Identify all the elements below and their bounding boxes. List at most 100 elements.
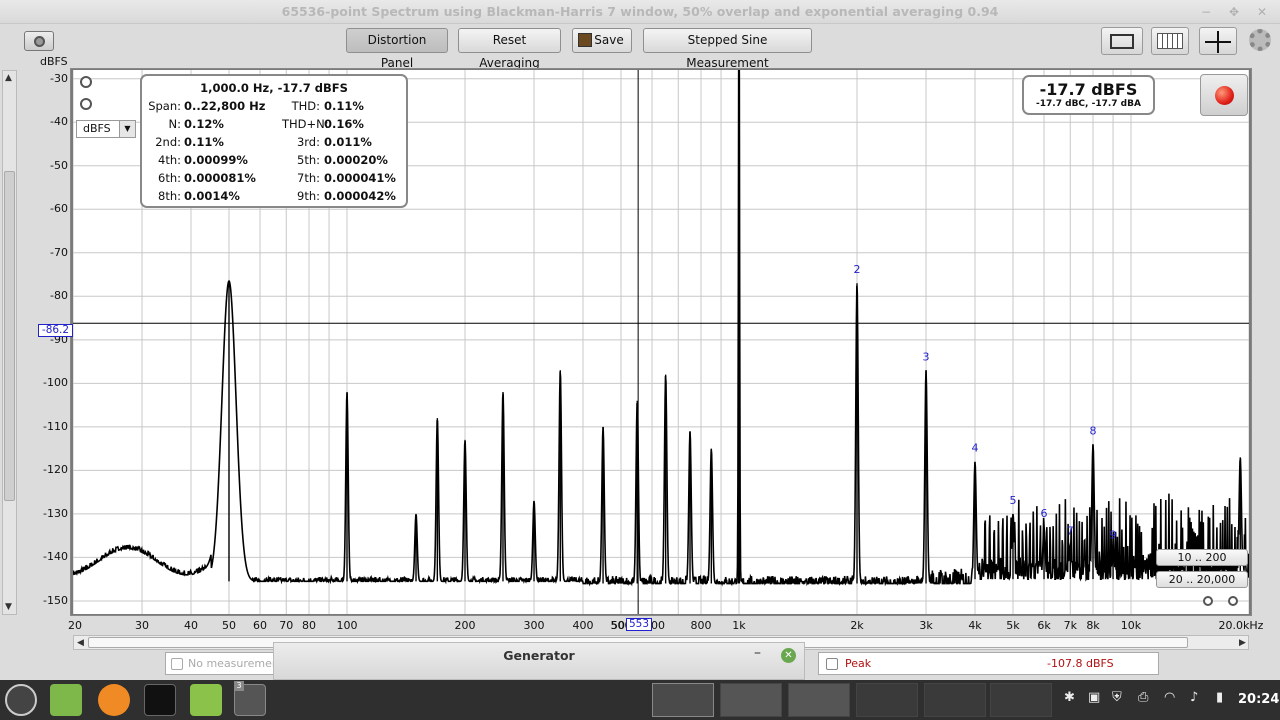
harmonic-label: 8 [1090, 424, 1097, 437]
distortion-value: 0.000041% [324, 171, 396, 185]
x-zoom-out-icon[interactable] [1203, 596, 1213, 606]
printer-icon[interactable]: ⎙ [1138, 690, 1148, 705]
terminal-icon[interactable] [144, 684, 176, 716]
unit-select[interactable]: dBFS ▼ [76, 120, 136, 138]
x-tick-label: 4k [968, 619, 982, 632]
x-tick-label: 30 [135, 619, 150, 632]
distortion-key: Span: [148, 99, 181, 113]
volume-icon[interactable]: ♪ [1190, 690, 1198, 705]
view-mode-icon[interactable] [1101, 27, 1143, 55]
workspace-5[interactable] [924, 683, 986, 717]
distortion-key: 6th: [158, 171, 181, 185]
scroll-right-arrow-icon[interactable]: ▶ [1239, 638, 1246, 648]
zoom-out-icon[interactable] [80, 98, 92, 110]
stepped-sine-button[interactable]: Stepped Sine Measurement [643, 28, 812, 70]
y-tick-label: -60 [50, 202, 68, 216]
harmonic-label: 6 [1041, 507, 1048, 520]
workspace-1[interactable] [652, 683, 714, 717]
harmonic-label: 9 [1110, 529, 1117, 542]
distortion-value: 0.0014% [184, 189, 240, 203]
files-icon[interactable] [190, 684, 222, 716]
scroll-up-arrow-icon[interactable]: ▲ [5, 73, 12, 83]
readout-sub: -17.7 dBC, -17.7 dBA [1036, 99, 1141, 109]
vertical-scrollbar[interactable] [2, 70, 17, 615]
x-tick-suffix: 00 [651, 619, 665, 632]
x-tick-label: 40 [184, 619, 198, 632]
workspace-6[interactable] [990, 683, 1052, 717]
y-tick-label: -110 [43, 419, 68, 433]
clipboard-icon[interactable]: ▣ [1088, 690, 1100, 705]
x-tick-label: 50 [221, 619, 236, 632]
generator-minimize-icon[interactable]: – [754, 645, 761, 661]
distortion-value: 0.00099% [184, 153, 248, 167]
measurement-checkbox[interactable] [171, 658, 183, 670]
workspace-3[interactable] [788, 683, 850, 717]
save-label: Save [594, 33, 624, 47]
distortion-key: 7th: [297, 171, 320, 185]
shield-icon[interactable]: ⛨ [1112, 690, 1122, 705]
x-tick-label: 300 [523, 619, 545, 632]
clock: 20:24 [1238, 692, 1280, 707]
minimize-button[interactable]: − [1196, 2, 1216, 22]
menu-icon[interactable] [5, 684, 37, 716]
chevron-down-icon[interactable]: ▼ [119, 121, 135, 137]
folder-icon[interactable] [50, 684, 82, 716]
record-button[interactable] [1200, 74, 1248, 116]
harmonic-label: 7 [1067, 524, 1074, 537]
distortion-header: 1,000.0 Hz, -17.7 dBFS [200, 81, 348, 95]
distortion-key: 8th: [158, 189, 181, 203]
workspace-4[interactable] [856, 683, 918, 717]
browser-icon[interactable] [98, 684, 130, 716]
wifi-icon[interactable]: ◠ [1164, 690, 1175, 705]
x-tick-label: 20 [68, 619, 82, 632]
x-zoom-in-icon[interactable] [1228, 596, 1238, 606]
distortion-value: 0.000042% [324, 189, 396, 203]
distortion-panel-button[interactable]: Distortion Panel [346, 28, 448, 70]
generator-window[interactable]: Generator – ✕ [273, 642, 805, 680]
distortion-key: N: [168, 117, 181, 131]
peak-value: -107.8 dBFS [1047, 657, 1114, 670]
pan-arrows-icon[interactable] [1199, 27, 1237, 55]
x-tick-label: 7k [1063, 619, 1077, 632]
x-tick-label: 80 [302, 619, 316, 632]
distortion-value: 0.11% [324, 99, 364, 113]
distortion-value: 0..22,800 Hz [184, 99, 266, 113]
distortion-value: 0.00020% [324, 153, 388, 167]
y-tick-label: -100 [43, 376, 68, 390]
camera-icon[interactable] [24, 31, 54, 51]
y-tick-label: -80 [50, 289, 68, 303]
window-title: 65536-point Spectrum using Blackman-Harr… [281, 4, 999, 19]
scroll-down-arrow-icon[interactable]: ▼ [5, 602, 12, 612]
x-tick-label: 400 [572, 619, 594, 632]
distortion-key: 4th: [158, 153, 181, 167]
y-tick-label: -30 [50, 71, 68, 85]
peak-status: Peak -107.8 dBFS [818, 652, 1159, 675]
save-icon [578, 33, 592, 47]
no-measurements-label: No measurements [188, 657, 280, 670]
save-button[interactable]: Save [572, 28, 632, 53]
distortion-key: THD+N: [282, 117, 329, 131]
zoom-in-icon[interactable] [80, 76, 92, 88]
settings-gear-icon[interactable] [1249, 29, 1271, 51]
range-button-10-200[interactable]: 10 .. 200 [1156, 549, 1248, 566]
range-button-20-20000[interactable]: 20 .. 20,000 [1156, 571, 1248, 588]
bluetooth-icon[interactable]: ✱ [1064, 690, 1075, 705]
maximize-button[interactable]: ✥ [1224, 2, 1244, 22]
peak-checkbox[interactable] [826, 658, 838, 670]
distortion-value: 0.000081% [184, 171, 256, 185]
battery-icon[interactable]: ▮ [1216, 690, 1223, 705]
scroll-left-arrow-icon[interactable]: ◀ [77, 638, 84, 648]
y-axis-label: dBFS [40, 55, 68, 68]
distortion-key: 5th: [297, 153, 320, 167]
close-window-button[interactable]: ✕ [1252, 2, 1272, 22]
reset-averaging-button[interactable]: Reset Averaging [458, 28, 561, 70]
grid-columns-icon[interactable] [1151, 27, 1189, 55]
generator-close-icon[interactable]: ✕ [781, 648, 796, 663]
distortion-key: 2nd: [155, 135, 181, 149]
level-readout: -17.7 dBFS -17.7 dBC, -17.7 dBA [1022, 75, 1155, 115]
y-tick-label: -130 [43, 506, 68, 520]
workspace-2[interactable] [720, 683, 782, 717]
x-tick-label: 10k [1120, 619, 1142, 632]
distortion-value: 0.12% [184, 117, 224, 131]
x-tick-label: 5k [1006, 619, 1020, 632]
